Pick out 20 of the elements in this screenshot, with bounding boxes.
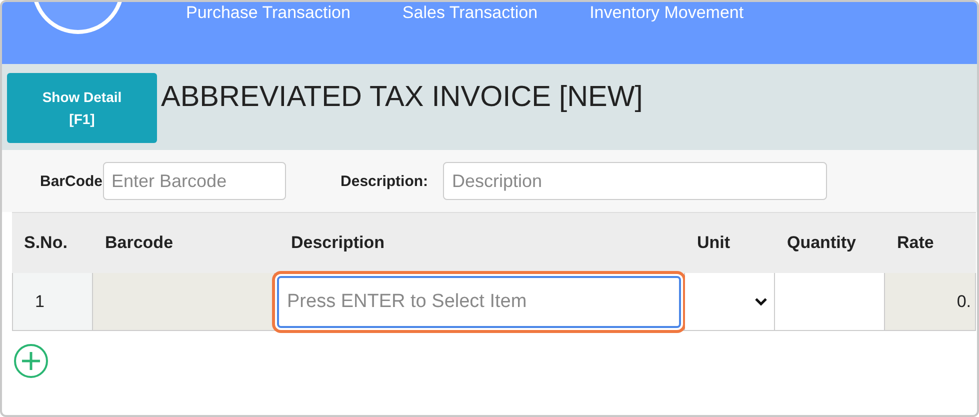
- column-header: Barcode: [93, 212, 275, 273]
- nav-link[interactable]: Sales Transaction: [402, 3, 538, 23]
- field-label: BarCode: [40, 172, 103, 190]
- table-cell: 0.: [956, 292, 971, 312]
- column-header: Quantity: [775, 212, 885, 273]
- field-label: Description:: [340, 172, 428, 190]
- page-title: ABBREVIATED TAX INVOICE [NEW]: [161, 81, 643, 114]
- input-field[interactable]: Description: [443, 162, 828, 200]
- quantity-input[interactable]: [775, 273, 885, 331]
- table-cell: 1: [35, 292, 44, 312]
- column-header: Unit: [685, 212, 775, 273]
- nav-link[interactable]: Inventory Movement: [590, 3, 744, 23]
- add-row-button[interactable]: [13, 343, 49, 379]
- column-header: S.No.: [12, 212, 93, 273]
- column-header: Rate: [885, 212, 976, 273]
- nav-link[interactable]: Purchase Transaction: [186, 3, 350, 23]
- show-detail-button[interactable]: Show Detail [F1]: [7, 73, 157, 143]
- column-header: Description: [275, 212, 685, 273]
- chevron-down-icon: [754, 296, 768, 306]
- input-field[interactable]: Enter Barcode: [102, 162, 286, 200]
